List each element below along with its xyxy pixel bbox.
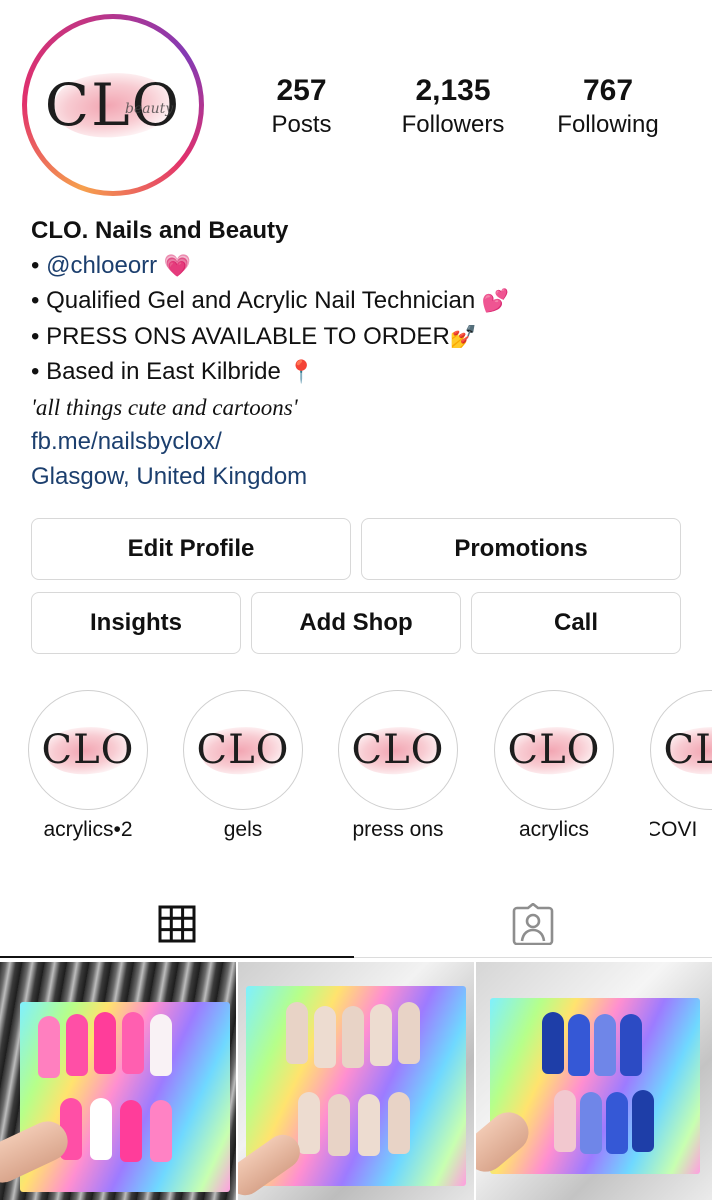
highlight-ring: CLO (338, 690, 458, 810)
highlight-ring: CLO (494, 690, 614, 810)
grid-icon (158, 905, 196, 943)
stat-posts[interactable]: 257 Posts (230, 74, 373, 142)
nail (620, 1014, 642, 1076)
logo-text: CLO (41, 727, 135, 773)
post-thumbnail-pink-press-ons[interactable] (0, 962, 236, 1200)
highlight-label: press ons (352, 818, 444, 841)
two-hearts-emoji-icon: 💕 (481, 289, 510, 314)
highlight-label: COVI (650, 818, 698, 841)
post-thumbnail-nude-press-ons[interactable] (238, 962, 474, 1200)
website-link[interactable]: fb.me/nailsbyclox/ (31, 425, 691, 460)
nail (66, 1014, 88, 1076)
highlight-label: acrylics•2 (43, 818, 133, 841)
nail (370, 1004, 392, 1066)
highlight-covid[interactable]: CLO COVI (650, 690, 712, 842)
highlight-ring: CLO (28, 690, 148, 810)
highlight-cover: CLO (35, 697, 141, 803)
logo-text: CLO (663, 727, 712, 773)
logo-script: beauty (125, 101, 174, 117)
highlight-acrylics[interactable]: CLO acrylics (494, 690, 614, 842)
stat-following-value: 767 (582, 74, 634, 107)
nail (358, 1094, 380, 1156)
nail (94, 1012, 116, 1074)
logo-text: CLO (507, 727, 601, 773)
pin-emoji-icon: 📍 (287, 360, 315, 385)
profile-stats: 257 Posts 2,135 Followers 767 Following (230, 74, 700, 142)
nail (606, 1092, 628, 1154)
highlight-label: gels (223, 818, 263, 841)
stat-posts-value: 257 (276, 74, 327, 107)
bullet: • (31, 251, 40, 279)
tab-grid[interactable] (0, 888, 354, 960)
nail-polish-emoji-icon: 💅 (449, 324, 478, 350)
bio-text: • PRESS ONS AVAILABLE TO ORDER (31, 322, 450, 350)
avatar-logo: CLO beauty (33, 25, 193, 185)
highlight-ring: CLO (183, 690, 303, 810)
profile-avatar[interactable]: CLO beauty (22, 14, 204, 196)
stat-following-label: Following (557, 111, 659, 138)
profile-name: CLO. Nails and Beauty (31, 217, 289, 244)
bio-text: • Based in East Kilbride (31, 358, 281, 385)
bio-text: • Qualified Gel and Acrylic Nail Technic… (31, 287, 476, 314)
promotions-button[interactable]: Promotions (361, 518, 681, 580)
highlight-label: acrylics (518, 818, 589, 841)
bio-line-location: • Based in East Kilbride 📍 (31, 355, 691, 391)
stat-followers-label: Followers (401, 111, 505, 138)
nail (122, 1012, 144, 1074)
edit-profile-button[interactable]: Edit Profile (31, 518, 351, 580)
nail (388, 1092, 410, 1154)
bio-line-qualified: • Qualified Gel and Acrylic Nail Technic… (31, 284, 691, 320)
nail (580, 1092, 602, 1154)
nail (298, 1092, 320, 1154)
insights-button[interactable]: Insights (31, 592, 241, 654)
nail (150, 1014, 172, 1076)
heart-emoji-icon: 💗 (163, 253, 192, 279)
nail (542, 1012, 564, 1074)
profile-tabbar (0, 888, 712, 960)
tagged-person-icon (512, 903, 554, 945)
nail (398, 1002, 420, 1064)
profile-bio: CLO. Nails and Beauty • @chloeorr 💗 • Qu… (31, 214, 691, 494)
mention-link[interactable]: @chloeorr (46, 252, 157, 279)
nail (314, 1006, 336, 1068)
highlight-cover: CLO (501, 697, 607, 803)
highlight-cover: CLO (657, 697, 712, 803)
highlight-acrylics-2[interactable]: CLO acrylics•2 (28, 690, 148, 842)
stat-following[interactable]: 767 Following (533, 74, 683, 142)
bio-quote: 'all things cute and cartoons' (31, 394, 298, 420)
nail (286, 1002, 308, 1064)
nail (38, 1016, 60, 1078)
active-tab-indicator (0, 956, 354, 958)
nail (568, 1014, 590, 1076)
bio-handle-line: • @chloeorr 💗 (31, 249, 691, 285)
avatar-gap: CLO beauty (27, 19, 199, 191)
nail (342, 1006, 364, 1068)
nail (90, 1098, 112, 1160)
highlight-press-ons[interactable]: CLO press ons (338, 690, 458, 842)
logo-text: CLO (351, 727, 445, 773)
post-thumbnail-blue-press-ons[interactable] (476, 962, 712, 1200)
logo-text: CLO (196, 727, 290, 773)
call-button[interactable]: Call (471, 592, 681, 654)
highlight-clip: CLO COVI (650, 690, 712, 850)
nail (328, 1094, 350, 1156)
nail (150, 1100, 172, 1162)
stat-posts-label: Posts (271, 111, 332, 138)
tab-divider (354, 957, 712, 958)
stat-followers[interactable]: 2,135 Followers (373, 74, 533, 142)
stat-followers-value: 2,135 (415, 74, 491, 107)
nail (632, 1090, 654, 1152)
nail (120, 1100, 142, 1162)
nail (594, 1014, 616, 1076)
highlight-cover: CLO (345, 697, 451, 803)
add-shop-button[interactable]: Add Shop (251, 592, 461, 654)
highlight-cover: CLO (190, 697, 296, 803)
nail (554, 1090, 576, 1152)
tab-tagged[interactable] (354, 888, 712, 960)
highlight-ring: CLO (650, 690, 712, 810)
bio-line-press-ons: • PRESS ONS AVAILABLE TO ORDER💅 (31, 320, 691, 356)
location-link[interactable]: Glasgow, United Kingdom (31, 460, 691, 495)
highlight-gels[interactable]: CLO gels (183, 690, 303, 842)
